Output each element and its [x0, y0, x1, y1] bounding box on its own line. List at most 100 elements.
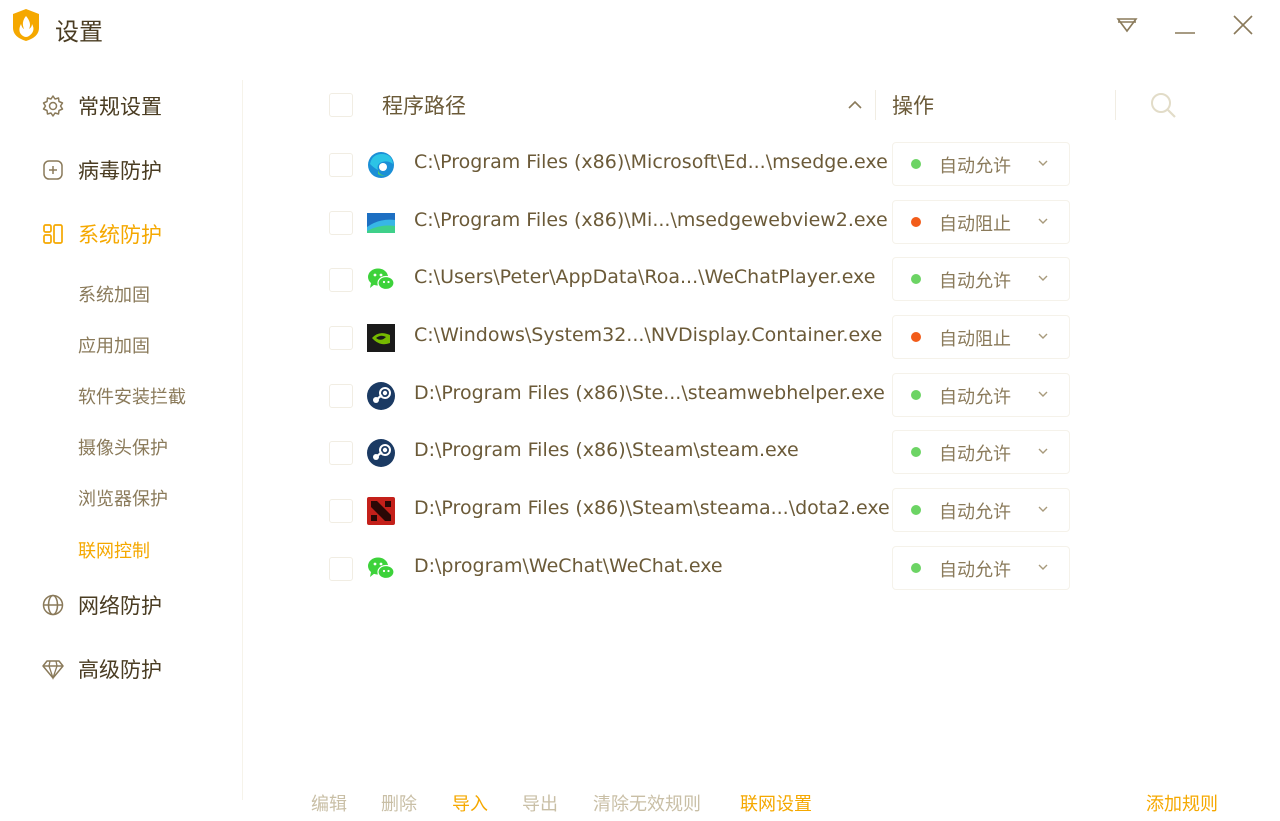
action-dropdown[interactable]: 自动阻止: [892, 315, 1070, 359]
chevron-down-icon: [1038, 391, 1048, 397]
program-path: D:\Program Files (x86)\Ste...\steamwebhe…: [414, 382, 885, 404]
program-path: D:\Program Files (x86)\Steam\steam.exe: [414, 439, 799, 461]
status-dot: [911, 390, 921, 400]
status-dot: [911, 563, 921, 573]
sidebar-item-advanced-protection[interactable]: 高级防护: [40, 649, 230, 689]
status-dot: [911, 505, 921, 515]
table-row[interactable]: D:\program\WeChat\WeChat.exe 自动允许: [320, 546, 1080, 590]
title-bar: 设置: [0, 0, 1280, 56]
sort-ascending-icon[interactable]: [846, 96, 864, 114]
plus-square-icon: [40, 157, 66, 183]
sidebar: 常规设置 病毒防护 系统防护 系统加固 应用加固 软件安装拦截 摄像头保护 浏览…: [0, 70, 240, 810]
sidebar-divider: [242, 80, 243, 800]
table-header: 程序路径 操作: [320, 80, 1200, 130]
column-separator: [1115, 90, 1116, 120]
table-row[interactable]: D:\Program Files (x86)\Steam\steama...\d…: [320, 488, 1080, 532]
dota2-icon: [367, 497, 395, 525]
table-row[interactable]: C:\Windows\System32...\NVDisplay.Contain…: [320, 315, 1080, 359]
network-settings-button[interactable]: 联网设置: [740, 790, 812, 816]
status-dot: [911, 274, 921, 284]
edit-button[interactable]: 编辑: [311, 790, 347, 816]
action-dropdown[interactable]: 自动允许: [892, 430, 1070, 474]
action-dropdown[interactable]: 自动允许: [892, 373, 1070, 417]
status-dot: [911, 217, 921, 227]
sidebar-sub-install-block[interactable]: 软件安装拦截: [78, 383, 186, 409]
sidebar-sub-network-control[interactable]: 联网控制: [78, 537, 150, 563]
action-label: 自动允许: [939, 444, 1011, 465]
sidebar-item-network-protection[interactable]: 网络防护: [40, 585, 230, 625]
chevron-down-icon: [1038, 506, 1048, 512]
select-all-checkbox[interactable]: [329, 93, 353, 117]
row-checkbox[interactable]: [329, 211, 353, 235]
action-dropdown[interactable]: 自动允许: [892, 488, 1070, 532]
sidebar-item-system-protection[interactable]: 系统防护: [40, 214, 230, 254]
sidebar-sub-app-hardening[interactable]: 应用加固: [78, 332, 150, 358]
action-label: 自动允许: [939, 387, 1011, 408]
minimize-button[interactable]: [1172, 12, 1198, 38]
column-header-path[interactable]: 程序路径: [382, 90, 466, 120]
action-dropdown[interactable]: 自动允许: [892, 257, 1070, 301]
table-row[interactable]: D:\Program Files (x86)\Ste...\steamwebhe…: [320, 373, 1080, 417]
chevron-down-icon: [1038, 333, 1048, 339]
sidebar-sub-camera-protection[interactable]: 摄像头保护: [78, 434, 168, 460]
steam-icon: [367, 382, 395, 410]
action-dropdown[interactable]: 自动阻止: [892, 200, 1070, 244]
action-dropdown[interactable]: 自动允许: [892, 546, 1070, 590]
window-title: 设置: [55, 18, 103, 46]
row-checkbox[interactable]: [329, 499, 353, 523]
globe-icon: [40, 592, 66, 618]
status-dot: [911, 332, 921, 342]
sidebar-sub-browser-protection[interactable]: 浏览器保护: [78, 485, 168, 511]
export-button[interactable]: 导出: [522, 790, 558, 816]
sidebar-item-general[interactable]: 常规设置: [40, 86, 230, 126]
action-dropdown[interactable]: 自动允许: [892, 142, 1070, 186]
sidebar-item-antivirus[interactable]: 病毒防护: [40, 150, 230, 190]
row-checkbox[interactable]: [329, 557, 353, 581]
huorong-logo-icon: [13, 9, 39, 41]
nvidia-icon: [367, 324, 395, 352]
action-label: 自动允许: [939, 560, 1011, 581]
action-label: 自动允许: [939, 271, 1011, 292]
close-icon: [1233, 15, 1253, 35]
program-path: C:\Windows\System32...\NVDisplay.Contain…: [414, 324, 883, 346]
action-label: 自动允许: [939, 502, 1011, 523]
table-row[interactable]: D:\Program Files (x86)\Steam\steam.exe 自…: [320, 430, 1080, 474]
chevron-down-icon: [1038, 448, 1048, 454]
chevron-down-icon: [1038, 275, 1048, 281]
program-path: D:\Program Files (x86)\Steam\steama...\d…: [414, 497, 890, 519]
row-checkbox[interactable]: [329, 441, 353, 465]
row-checkbox[interactable]: [329, 268, 353, 292]
table-row[interactable]: C:\Program Files (x86)\Microsoft\Ed...\m…: [320, 142, 1080, 186]
wechat-icon: [368, 557, 395, 580]
status-dot: [911, 159, 921, 169]
steam-icon: [367, 439, 395, 467]
sidebar-sub-system-hardening[interactable]: 系统加固: [78, 281, 150, 307]
table-row[interactable]: C:\Program Files (x86)\Mi...\msedgewebvi…: [320, 200, 1080, 244]
diamond-icon: [40, 656, 66, 682]
import-button[interactable]: 导入: [452, 790, 488, 816]
menu-dropdown-button[interactable]: [1114, 12, 1140, 38]
chevron-down-icon: [1038, 160, 1048, 166]
row-checkbox[interactable]: [329, 384, 353, 408]
table-row[interactable]: C:\Users\Peter\AppData\Roa...\WeChatPlay…: [320, 257, 1080, 301]
delete-button[interactable]: 删除: [381, 790, 417, 816]
minimize-icon: [1175, 32, 1195, 34]
program-path: D:\program\WeChat\WeChat.exe: [414, 555, 723, 577]
clear-invalid-rules-button[interactable]: 清除无效规则: [593, 790, 701, 816]
program-path: C:\Users\Peter\AppData\Roa...\WeChatPlay…: [414, 266, 876, 288]
wechat-icon: [368, 268, 395, 291]
program-path: C:\Program Files (x86)\Mi...\msedgewebvi…: [414, 209, 888, 231]
row-checkbox[interactable]: [329, 153, 353, 177]
gear-icon: [40, 93, 66, 119]
sidebar-item-label: 病毒防护: [78, 159, 162, 183]
status-dot: [911, 447, 921, 457]
edge-icon: [368, 152, 394, 178]
action-label: 自动阻止: [939, 214, 1011, 235]
column-header-action: 操作: [892, 94, 934, 118]
add-rule-button[interactable]: 添加规则: [1146, 790, 1218, 816]
webview-icon: [367, 213, 395, 233]
search-icon[interactable]: [1148, 90, 1178, 120]
row-checkbox[interactable]: [329, 326, 353, 350]
sidebar-item-label: 系统防护: [78, 223, 162, 247]
close-button[interactable]: [1230, 12, 1256, 38]
